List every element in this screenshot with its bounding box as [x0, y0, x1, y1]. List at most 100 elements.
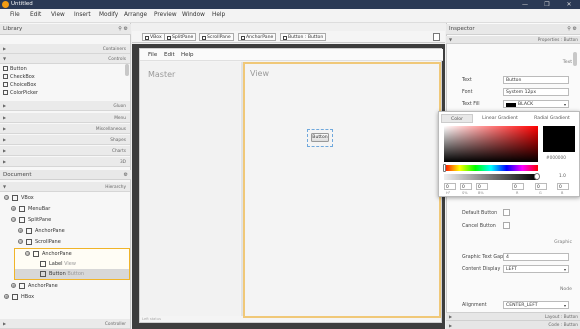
scrollpane-icon	[26, 239, 32, 245]
menu-window[interactable]: Window	[182, 12, 205, 18]
layout-section[interactable]: ▶ Layout : Button	[446, 312, 580, 320]
app-icon	[2, 1, 9, 8]
blue-input[interactable]: 0	[557, 183, 569, 190]
document-settings-icon[interactable]: ⚙	[124, 172, 128, 178]
minimize-button[interactable]: —	[516, 0, 534, 9]
crumb-scrollpane[interactable]: ScrollPane	[199, 33, 234, 41]
preview-menu-file[interactable]: File	[148, 52, 157, 58]
alpha-slider[interactable]	[444, 174, 538, 180]
master-pane[interactable]: Master	[140, 62, 240, 316]
close-button[interactable]: ✕	[560, 0, 578, 9]
font-field[interactable]: System 12px	[503, 88, 569, 96]
properties-section[interactable]: ▼ Properties : Button	[446, 36, 580, 44]
view-pane[interactable]: View Button	[243, 62, 441, 318]
menu-view[interactable]: View	[51, 12, 65, 18]
alpha-value[interactable]: 1.0	[559, 174, 566, 179]
crumb-splitpane[interactable]: SplitPane	[164, 33, 197, 41]
content-display-dropdown[interactable]: LEFT ▾	[503, 265, 569, 273]
menu-preview[interactable]: Preview	[154, 12, 177, 18]
saturation-area[interactable]	[444, 126, 538, 162]
library-section-gluon[interactable]: ▶ Gluon	[0, 101, 130, 111]
library-item-button[interactable]: Button	[3, 66, 27, 74]
tree-node-anchorpane-inner[interactable]: ⊖ AnchorPane	[0, 249, 130, 259]
tab-radial-gradient[interactable]: Radial Gradient	[527, 114, 577, 123]
tree-node-menubar[interactable]: ⊕ MenuBar	[0, 204, 130, 214]
text-section: Text	[562, 60, 572, 65]
tab-color[interactable]: Color	[441, 114, 473, 123]
library-scrollbar[interactable]	[125, 64, 129, 76]
library-section-misc[interactable]: ▶ Miscellaneous	[0, 124, 130, 134]
library-section-controls[interactable]: ▼ Controls	[0, 54, 130, 64]
graphic-gap-input[interactable]: 4	[503, 253, 569, 261]
textfill-dropdown[interactable]: BLACK ▾	[503, 100, 569, 108]
view-label: View	[250, 69, 269, 78]
maximize-button[interactable]: ❐	[538, 0, 556, 9]
default-button-label: Default Button	[462, 211, 498, 216]
expand-icon[interactable]: ⊕	[11, 283, 16, 288]
tree-node-button-selected[interactable]: Button Button	[15, 269, 129, 279]
vbox-icon	[144, 35, 149, 40]
preview-button[interactable]: Button	[311, 133, 329, 142]
preview-menu-edit[interactable]: Edit	[164, 52, 175, 58]
collapse-icon[interactable]: ⊖	[11, 217, 16, 222]
saturation-input[interactable]: 0	[460, 183, 472, 190]
library-section-shapes[interactable]: ▶ Shapes	[0, 135, 130, 145]
menu-edit[interactable]: Edit	[30, 12, 41, 18]
brightness-input[interactable]: 0	[476, 183, 488, 190]
library-section-charts[interactable]: ▶ Charts	[0, 146, 130, 156]
menu-arrange[interactable]: Arrange	[124, 12, 147, 18]
crumb-button[interactable]: Button : Button	[280, 33, 327, 41]
cancel-button-label: Cancel Button	[462, 224, 496, 229]
library-item-colorpicker[interactable]: ColorPicker	[3, 90, 38, 98]
library-search-icon[interactable]: ⚲ ⚙	[118, 26, 128, 32]
anchorpane-icon	[240, 35, 245, 40]
tree-node-hbox[interactable]: ⊕ HBox	[0, 292, 130, 302]
menu-file[interactable]: File	[10, 12, 20, 18]
tree-node-scrollpane[interactable]: ⊖ ScrollPane	[0, 237, 130, 247]
tree-node-splitpane[interactable]: ⊖ SplitPane	[0, 215, 130, 225]
collapse-icon[interactable]: ⊖	[4, 195, 9, 200]
expand-icon[interactable]: ⊕	[11, 206, 16, 211]
text-input[interactable]: Button	[503, 76, 569, 84]
alpha-thumb[interactable]	[534, 173, 540, 180]
alignment-dropdown[interactable]: CENTER_LEFT ▾	[503, 301, 569, 309]
library-item-checkbox[interactable]: CheckBox	[3, 74, 35, 82]
library-section-3d[interactable]: ▶ 3D	[0, 157, 130, 167]
collapse-icon[interactable]: ⊖	[25, 251, 30, 256]
tree-node-anchorpane[interactable]: ⊕ AnchorPane	[0, 226, 130, 236]
collapse-icon[interactable]: ⊖	[18, 239, 23, 244]
green-input[interactable]: 0	[535, 183, 547, 190]
chevron-down-icon: ▾	[563, 303, 566, 308]
cancel-button-checkbox[interactable]	[503, 222, 510, 229]
default-button-checkbox[interactable]	[503, 209, 510, 216]
inspector-search-icon[interactable]: ⚲ ⚙	[567, 26, 577, 32]
controller-section[interactable]: ▶ Controller	[0, 319, 130, 329]
hierarchy-section[interactable]: ▼ Hierarchy	[0, 182, 130, 192]
hue-thumb[interactable]	[443, 164, 446, 172]
choicebox-icon	[3, 82, 8, 87]
library-section-menu[interactable]: ▶ Menu	[0, 113, 130, 123]
hex-value[interactable]: #000000	[546, 156, 566, 161]
hue-slider[interactable]	[444, 165, 538, 171]
menu-modify[interactable]: Modify	[99, 12, 118, 18]
expand-icon[interactable]: ⊕	[18, 228, 23, 233]
red-input[interactable]: 0	[512, 183, 524, 190]
library-section-containers[interactable]: ▶ Containers	[0, 44, 130, 54]
tree-node-vbox[interactable]: ⊖ VBox	[0, 193, 130, 203]
code-section[interactable]: ▶ Code : Button	[446, 320, 580, 329]
crumb-anchorpane[interactable]: AnchorPane	[238, 33, 277, 41]
saturation-field-label: S%	[462, 191, 468, 195]
green-field-label: G	[539, 191, 542, 195]
hue-input[interactable]: 0	[444, 183, 456, 190]
crumb-vbox[interactable]: VBox	[142, 33, 165, 41]
document-icon[interactable]	[433, 33, 440, 41]
library-item-choicebox[interactable]: ChoiceBox	[3, 82, 36, 90]
tree-node-anchorpane-right[interactable]: ⊕ AnchorPane	[0, 281, 130, 291]
menu-help[interactable]: Help	[212, 12, 225, 18]
menu-insert[interactable]: Insert	[74, 12, 91, 18]
tab-linear-gradient[interactable]: Linear Gradient	[475, 114, 525, 123]
expand-icon[interactable]: ⊕	[4, 294, 9, 299]
tree-node-label[interactable]: Label View	[0, 259, 130, 269]
preview-menu-help[interactable]: Help	[181, 52, 194, 58]
splitpane-icon	[166, 35, 171, 40]
